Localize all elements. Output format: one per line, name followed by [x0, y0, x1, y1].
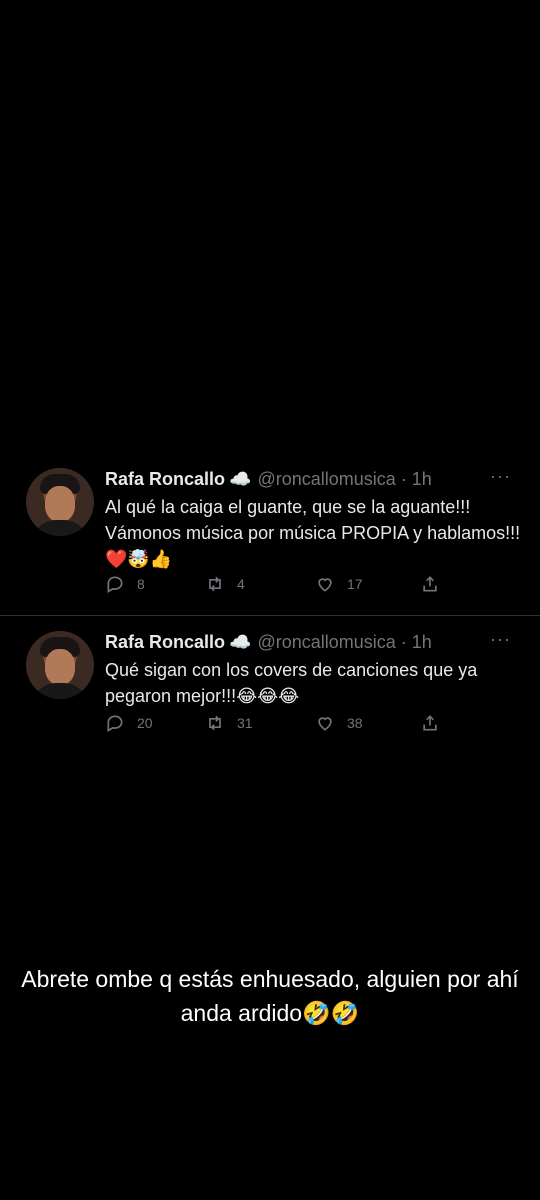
tweet-actions: 20 31 38 — [105, 713, 445, 739]
share-icon — [423, 576, 437, 592]
avatar-shirt — [32, 520, 88, 536]
tweet-divider — [0, 615, 540, 616]
retweet-button[interactable]: 4 — [205, 574, 245, 594]
avatar-face — [45, 649, 75, 685]
avatar[interactable] — [26, 631, 94, 699]
share-icon — [423, 715, 437, 731]
retweet-count: 4 — [237, 576, 245, 592]
more-options-icon[interactable]: ··· — [490, 466, 511, 487]
reply-count: 8 — [137, 576, 145, 592]
share-button[interactable] — [420, 574, 452, 594]
retweet-icon — [209, 576, 221, 592]
share-button[interactable] — [420, 713, 452, 733]
cloud-icon: ☁️ — [229, 631, 252, 652]
reply-button[interactable]: 8 — [105, 574, 145, 594]
story-caption: Abrete ombe q estás enhuesado, alguien p… — [21, 966, 519, 1026]
author-name[interactable]: Rafa Roncallo — [105, 632, 225, 653]
avatar-face — [45, 486, 75, 522]
author-handle[interactable]: @roncallomusica · 1h — [257, 632, 431, 653]
cloud-icon: ☁️ — [229, 468, 252, 489]
retweet-count: 31 — [237, 715, 253, 731]
retweet-button[interactable]: 31 — [205, 713, 253, 733]
reply-button[interactable]: 20 — [105, 713, 153, 733]
heart-icon — [318, 578, 332, 592]
reply-icon — [107, 576, 123, 593]
retweet-icon — [209, 715, 221, 731]
avatar[interactable] — [26, 468, 94, 536]
like-button[interactable]: 38 — [315, 713, 363, 733]
tweet-header: Rafa Roncallo ☁️ @roncallomusica · 1h — [105, 466, 432, 492]
reply-count: 20 — [137, 715, 153, 731]
author-name[interactable]: Rafa Roncallo — [105, 469, 225, 490]
reply-icon — [107, 715, 123, 732]
author-handle[interactable]: @roncallomusica · 1h — [257, 469, 431, 490]
tweet-text: Al qué la caiga el guante, que se la agu… — [105, 497, 521, 569]
more-options-icon[interactable]: ··· — [490, 629, 511, 650]
like-count: 17 — [347, 576, 363, 592]
avatar-shirt — [32, 683, 88, 699]
tweet-text: Qué sigan con los covers de canciones qu… — [105, 660, 478, 706]
heart-icon — [318, 717, 332, 731]
tweet-header: Rafa Roncallo ☁️ @roncallomusica · 1h — [105, 629, 432, 655]
like-count: 38 — [347, 715, 363, 731]
like-button[interactable]: 17 — [315, 574, 363, 594]
tweet-actions: 8 4 17 — [105, 574, 445, 600]
